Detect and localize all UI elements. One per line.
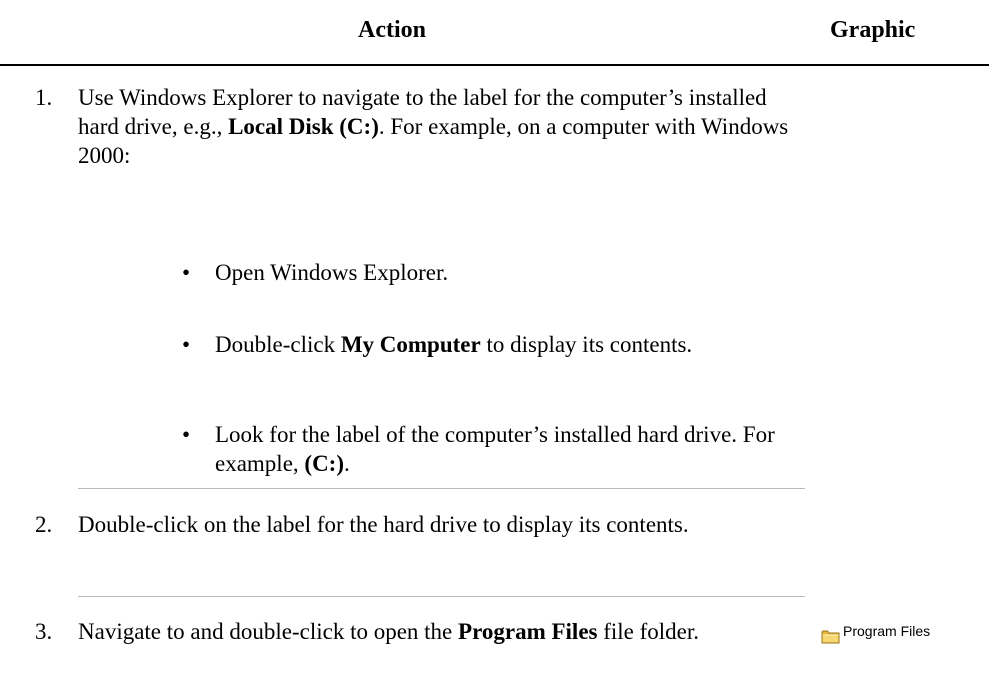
step-number: 3. (35, 619, 53, 644)
folder-icon (821, 623, 840, 644)
step-divider (78, 596, 805, 597)
bullet-text: Double-click My Computer to display its … (215, 330, 815, 359)
bullet-icon: • (182, 332, 191, 357)
drive-letter-label: (C:) (304, 451, 344, 476)
bullet-icon: • (182, 260, 191, 285)
folder-label: Program Files (843, 623, 931, 639)
graphic-column-header: Graphic (830, 17, 916, 43)
my-computer-label: My Computer (340, 332, 481, 357)
step-number: 1. (35, 85, 53, 110)
step-number: 2. (35, 512, 53, 537)
program-files-label: Program Files (458, 619, 598, 644)
step-divider (78, 488, 805, 489)
bullet-icon: • (182, 422, 191, 447)
step-3-text: Navigate to and double-click to open the… (78, 617, 738, 646)
step-1-text: Use Windows Explorer to navigate to the … (78, 83, 798, 170)
step-2-text: Double-click on the label for the hard d… (78, 512, 689, 537)
bullet-text-a: Look for the label of the computer’s ins… (215, 422, 775, 476)
bullet-text-a: Double-click (215, 332, 341, 357)
bullet-text-b: to display its contents. (480, 332, 693, 357)
local-disk-label: Local Disk (C:) (228, 114, 379, 139)
bullet-text: Look for the label of the computer’s ins… (215, 420, 815, 478)
header-divider (0, 64, 989, 66)
bullet-text: Open Windows Explorer. (215, 260, 449, 285)
table-header: Action Graphic (0, 0, 989, 64)
step-3-text-a: Navigate to and double-click to open the (78, 619, 459, 644)
bullet-text-b: . (344, 451, 350, 476)
step-3-text-b: file folder. (597, 619, 700, 644)
action-column-header: Action (358, 17, 426, 43)
program-files-graphic: Program Files (821, 622, 931, 644)
